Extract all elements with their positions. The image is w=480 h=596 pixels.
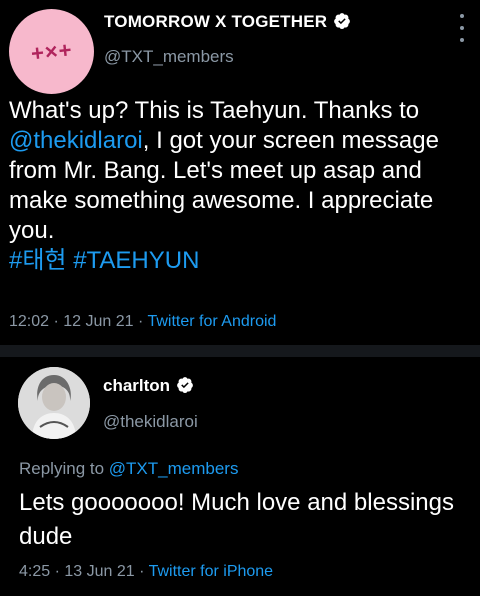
tweet-text: Lets gooooooo! Much love and blessings d… xyxy=(19,489,454,550)
tweet-metadata: 4:25 · 13 Jun 21 · Twitter for iPhone xyxy=(19,563,273,581)
tweet-metadata: 12:02 · 12 Jun 21 · Twitter for Android xyxy=(9,313,276,331)
divider xyxy=(0,345,480,357)
profile-photo-icon xyxy=(18,367,90,439)
replying-to-label: Replying to xyxy=(19,459,109,478)
txt-logo-icon: +×+ xyxy=(29,36,74,66)
replying-to: Replying to @TXT_members xyxy=(19,459,238,479)
timestamp[interactable]: 12:02 · 12 Jun 21 · xyxy=(9,313,147,330)
more-options-icon[interactable] xyxy=(452,14,472,42)
display-name-text: TOMORROW X TOGETHER xyxy=(104,12,328,31)
mention-link[interactable]: @TXT_members xyxy=(109,459,239,478)
username[interactable]: @TXT_members xyxy=(104,47,234,67)
tweet-source-link[interactable]: Twitter for Android xyxy=(147,313,276,330)
hashtag-link[interactable]: #태현 xyxy=(9,247,67,274)
timestamp[interactable]: 4:25 · 13 Jun 21 · xyxy=(19,563,149,580)
mention-link[interactable]: @thekidlaroi xyxy=(9,127,143,154)
display-name-text: charlton xyxy=(103,376,171,395)
avatar-txt[interactable]: +×+ xyxy=(9,9,94,94)
verified-badge-icon xyxy=(334,13,351,30)
verified-badge-icon xyxy=(177,377,193,394)
username[interactable]: @thekidlaroi xyxy=(103,412,198,432)
display-name[interactable]: charlton xyxy=(103,376,194,396)
tweet-text: What's up? This is Taehyun. Thanks to @t… xyxy=(9,96,474,276)
tweet-text-part: What's up? This is Taehyun. Thanks to xyxy=(9,97,420,124)
tweet-source-link[interactable]: Twitter for iPhone xyxy=(149,563,274,580)
tweet-txt-members[interactable]: +×+ TOMORROW X TOGETHER @TXT_members Wha… xyxy=(0,0,480,345)
display-name[interactable]: TOMORROW X TOGETHER xyxy=(104,12,351,32)
avatar-charlton[interactable] xyxy=(18,367,90,439)
tweet-thekidlaroi[interactable]: charlton @thekidlaroi Replying to @TXT_m… xyxy=(0,357,480,596)
hashtag-link[interactable]: #TAEHYUN xyxy=(73,247,199,274)
